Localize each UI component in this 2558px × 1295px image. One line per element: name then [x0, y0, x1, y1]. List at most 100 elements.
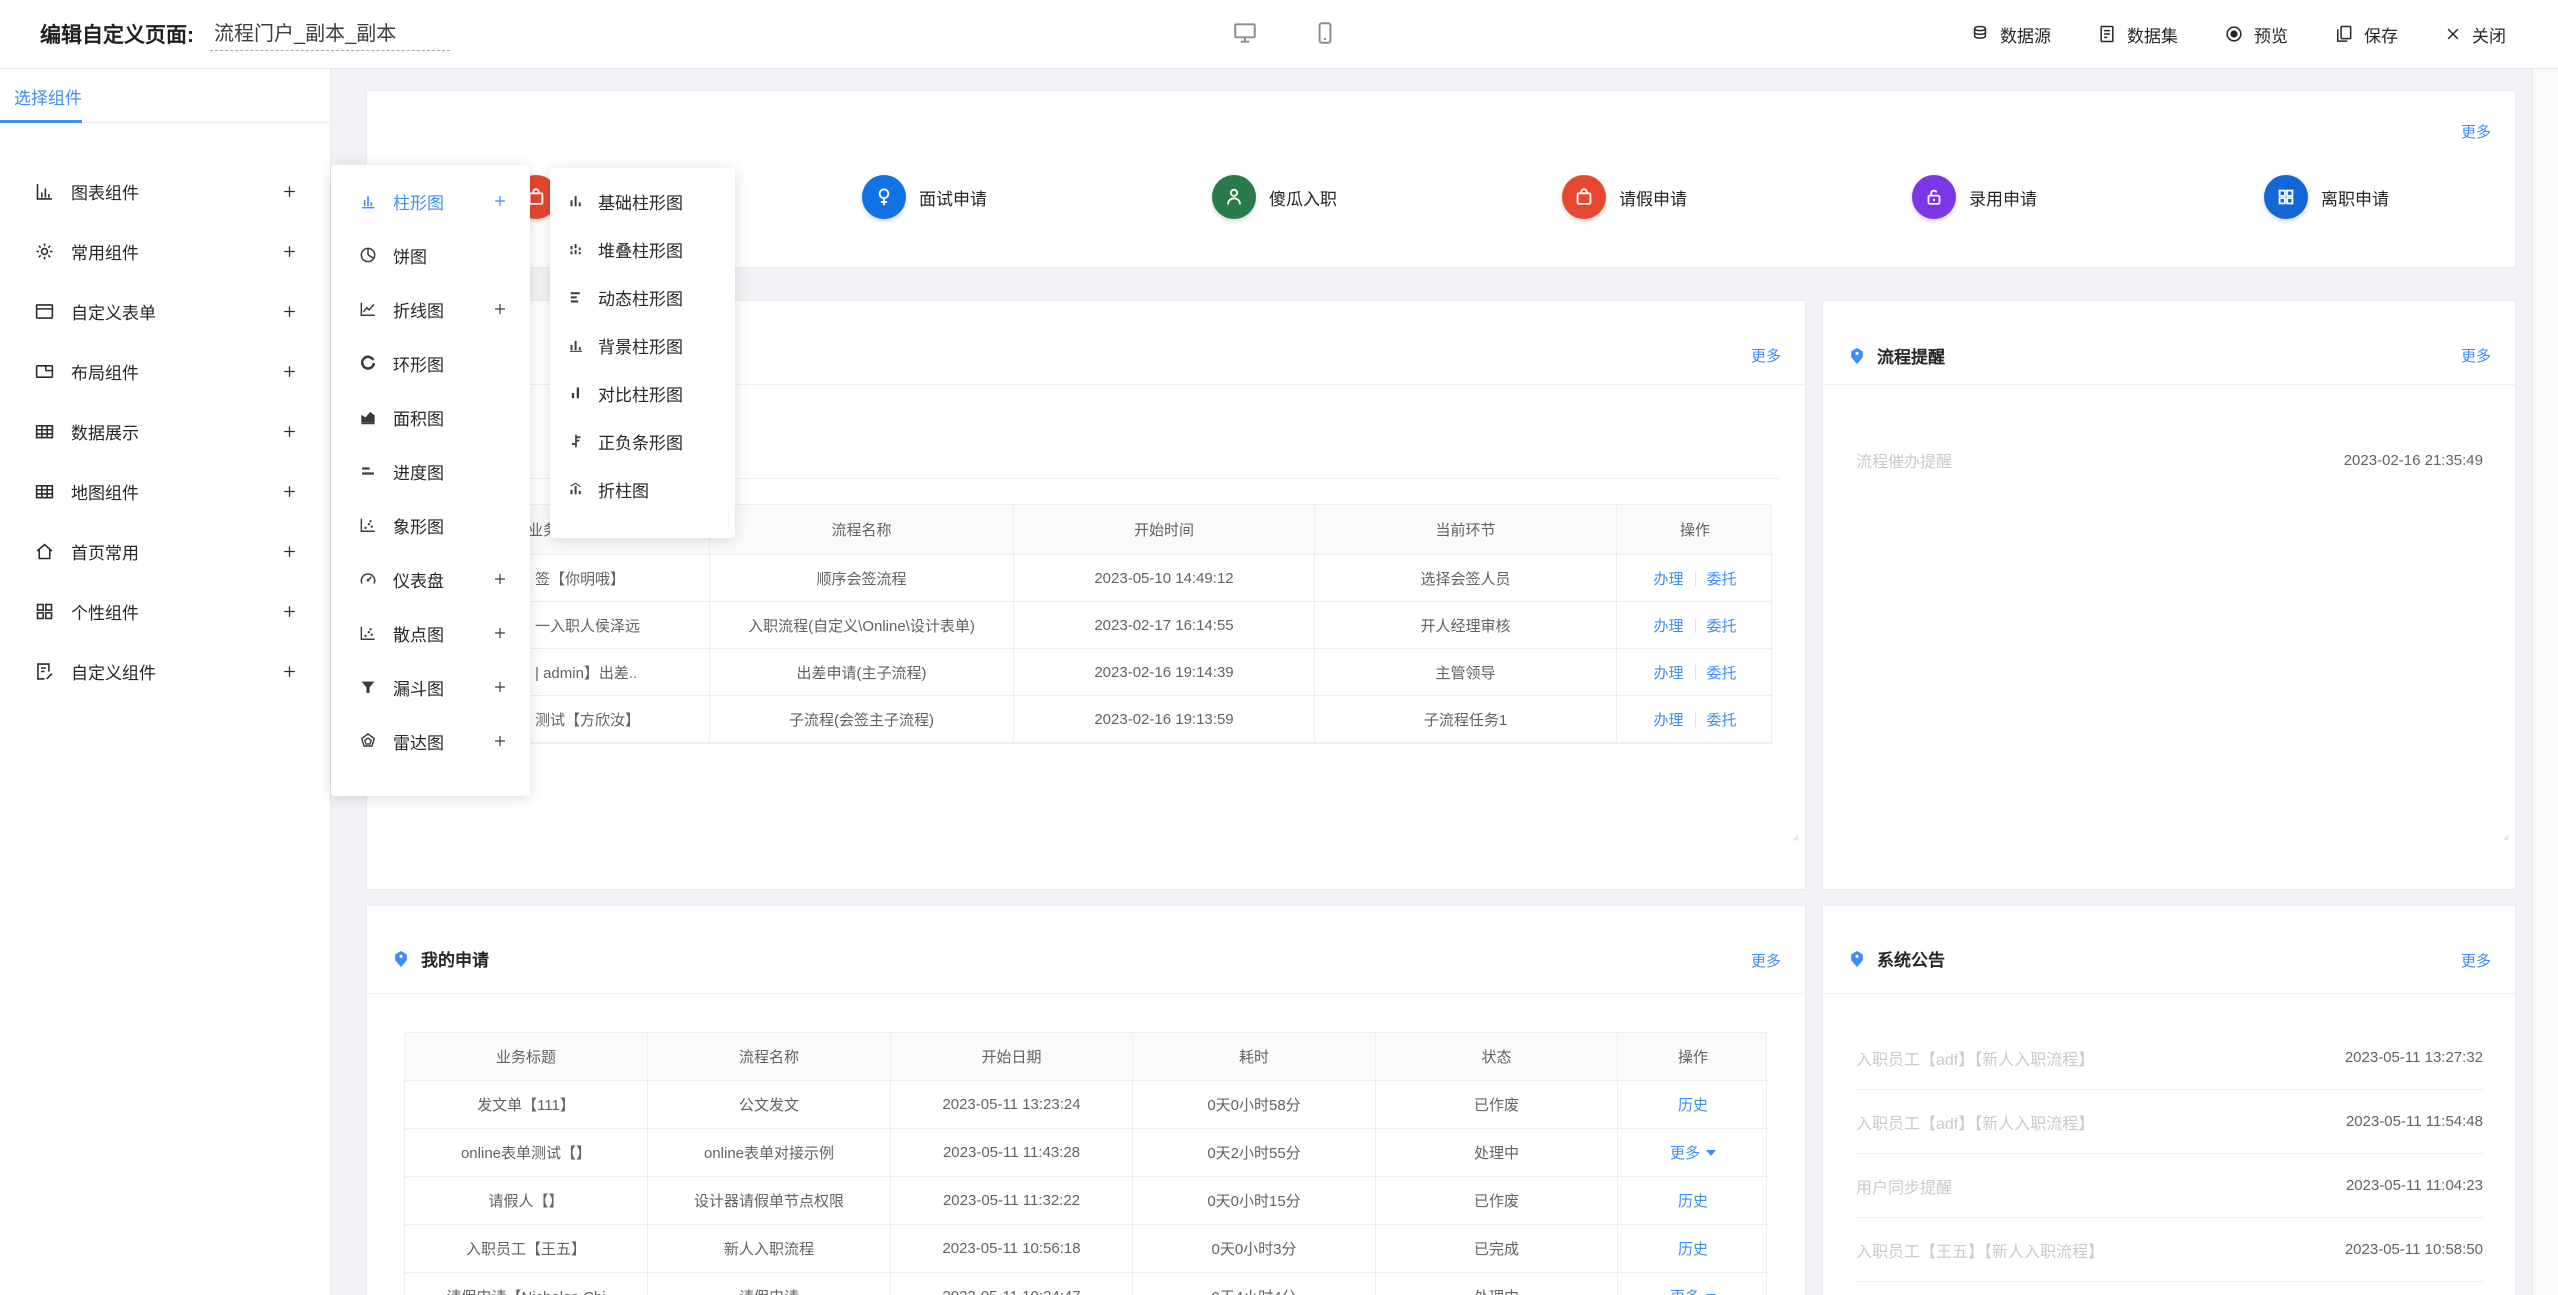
plus-icon[interactable] [281, 423, 298, 440]
sidebar-list: 图表组件 常用组件 自定义表单 布局组件 数据展示 地图组件 [0, 161, 330, 701]
mobile-preview-icon[interactable] [1312, 20, 1338, 46]
sidebar-item-common-components[interactable]: 常用组件 [0, 221, 330, 281]
menu-item-pie-chart[interactable]: 饼图 [331, 228, 530, 282]
sidebar-item-personal-components[interactable]: 个性组件 [0, 581, 330, 641]
table-row: 一入职人侯泽远 入职流程(自定义\Online\设计表单) 2023-02-17… [407, 602, 1771, 649]
list-item[interactable]: 用户同步提醒 2023-05-11 11:04:23 [1856, 1154, 2483, 1218]
delegate-link[interactable]: 委托 [1707, 615, 1737, 636]
shortcut-leave-apply[interactable]: 请假申请 [1562, 175, 1687, 219]
plus-icon[interactable] [281, 663, 298, 680]
menu-item-funnel-chart[interactable]: 漏斗图 [331, 660, 530, 714]
close-button[interactable]: 关闭 [2444, 22, 2506, 47]
submenu-item-stacked-bar[interactable]: 堆叠柱形图 [550, 225, 735, 273]
sidebar-item-custom-form[interactable]: 自定义表单 [0, 281, 330, 341]
more-link[interactable]: 更多 [1670, 1286, 1700, 1295]
page-name-input[interactable] [210, 18, 450, 51]
todo-more-link[interactable]: 更多 [1751, 345, 1781, 366]
notice-more-link[interactable]: 更多 [2461, 950, 2491, 971]
remind-more-link[interactable]: 更多 [2461, 345, 2491, 366]
plus-icon[interactable] [492, 301, 508, 317]
plus-icon[interactable] [281, 243, 298, 260]
sidebar-item-chart-components[interactable]: 图表组件 [0, 161, 330, 221]
shortcuts-more-link[interactable]: 更多 [2461, 121, 2491, 142]
resize-handle[interactable] [2497, 829, 2510, 842]
menu-item-scatter-chart[interactable]: 散点图 [331, 606, 530, 660]
delegate-link[interactable]: 委托 [1707, 568, 1737, 589]
bar-chart-submenu: 基础柱形图 堆叠柱形图 动态柱形图 背景柱形图 对比柱形图 正负条形图 折柱图 [550, 168, 735, 538]
handle-link[interactable]: 办理 [1653, 662, 1683, 683]
submenu-item-basic-bar[interactable]: 基础柱形图 [550, 177, 735, 225]
sidebar-item-home-common[interactable]: 首页常用 [0, 521, 330, 581]
status-text: 已作废 [1376, 1081, 1618, 1129]
gear-icon [34, 241, 55, 262]
preview-button[interactable]: 预览 [2224, 22, 2288, 47]
dataset-button[interactable]: 数据集 [2097, 22, 2178, 47]
tab-select-component[interactable]: 选择组件 [14, 84, 82, 109]
datasource-button[interactable]: 数据源 [1970, 22, 2051, 47]
plus-icon[interactable] [281, 603, 298, 620]
doc-edit-icon [34, 661, 55, 682]
submenu-item-dynamic-bar[interactable]: 动态柱形图 [550, 273, 735, 321]
lock-icon [1912, 175, 1956, 219]
table-icon [34, 481, 55, 502]
more-link[interactable]: 更多 [1670, 1142, 1700, 1163]
shortcut-interview-apply[interactable]: 面试申请 [862, 175, 987, 219]
table-row: 测试【方欣汝】 子流程(会签主子流程) 2023-02-16 19:13:59 … [407, 696, 1771, 743]
delegate-link[interactable]: 委托 [1707, 662, 1737, 683]
radar-chart-icon [358, 731, 378, 751]
menu-item-progress-chart[interactable]: 进度图 [331, 444, 530, 498]
sidebar-item-custom-components[interactable]: 自定义组件 [0, 641, 330, 701]
dataset-icon [2097, 24, 2117, 44]
submenu-item-background-bar[interactable]: 背景柱形图 [550, 321, 735, 369]
plus-icon[interactable] [492, 625, 508, 641]
plus-icon[interactable] [492, 571, 508, 587]
list-item[interactable]: 入职员工【adf】【新人入职流程】 2023-05-11 13:27:32 [1856, 1026, 2483, 1090]
compare-bar-icon [567, 384, 585, 402]
delegate-link[interactable]: 委托 [1707, 709, 1737, 730]
scrollbar[interactable] [2532, 68, 2558, 1295]
progress-chart-icon [358, 461, 378, 481]
handle-link[interactable]: 办理 [1653, 615, 1683, 636]
shortcut-resign-apply[interactable]: 离职申请 [2264, 175, 2389, 219]
plus-icon[interactable] [492, 193, 508, 209]
menu-item-gauge-chart[interactable]: 仪表盘 [331, 552, 530, 606]
submenu-item-compare-bar[interactable]: 对比柱形图 [550, 369, 735, 417]
pie-chart-icon [358, 245, 378, 265]
menu-item-line-chart[interactable]: 折线图 [331, 282, 530, 336]
bar-chart-icon [358, 191, 378, 211]
shortcut-hire-apply[interactable]: 录用申请 [1912, 175, 2037, 219]
handle-link[interactable]: 办理 [1653, 709, 1683, 730]
list-item[interactable]: 入职员工【adf】【新人入职流程】 2023-05-11 11:54:48 [1856, 1090, 2483, 1154]
submenu-item-posneg-bar[interactable]: 正负条形图 [550, 417, 735, 465]
desktop-preview-icon[interactable] [1232, 20, 1258, 46]
history-link[interactable]: 历史 [1678, 1094, 1708, 1115]
plus-icon[interactable] [281, 183, 298, 200]
plus-icon[interactable] [281, 363, 298, 380]
plus-icon[interactable] [492, 733, 508, 749]
menu-item-pictogram-chart[interactable]: 象形图 [331, 498, 530, 552]
save-button[interactable]: 保存 [2334, 22, 2398, 47]
plus-icon[interactable] [281, 543, 298, 560]
menu-item-radar-chart[interactable]: 雷达图 [331, 714, 530, 768]
resize-handle[interactable] [1787, 829, 1800, 842]
handle-link[interactable]: 办理 [1653, 568, 1683, 589]
table-row: online表单测试【】 online表单对接示例 2023-05-11 11:… [405, 1129, 1766, 1177]
plus-icon[interactable] [281, 483, 298, 500]
shortcut-onboarding[interactable]: 傻瓜入职 [1212, 175, 1337, 219]
menu-item-area-chart[interactable]: 面积图 [331, 390, 530, 444]
apply-more-link[interactable]: 更多 [1751, 950, 1781, 971]
grid-icon [34, 601, 55, 622]
history-link[interactable]: 历史 [1678, 1190, 1708, 1211]
plus-icon[interactable] [281, 303, 298, 320]
sidebar-item-map-components[interactable]: 地图组件 [0, 461, 330, 521]
menu-item-bar-chart[interactable]: 柱形图 [331, 174, 530, 228]
sidebar-item-layout-components[interactable]: 布局组件 [0, 341, 330, 401]
history-link[interactable]: 历史 [1678, 1238, 1708, 1259]
sidebar-item-data-display[interactable]: 数据展示 [0, 401, 330, 461]
list-item[interactable]: 流程催办提醒 2023-02-16 21:35:49 [1856, 448, 2483, 472]
list-item[interactable]: 入职员工【王五】【新人入职流程】 2023-05-11 10:58:50 [1856, 1218, 2483, 1282]
submenu-item-line-bar[interactable]: 折柱图 [550, 465, 735, 513]
menu-item-ring-chart[interactable]: 环形图 [331, 336, 530, 390]
status-text: 已作废 [1376, 1177, 1618, 1225]
plus-icon[interactable] [492, 679, 508, 695]
